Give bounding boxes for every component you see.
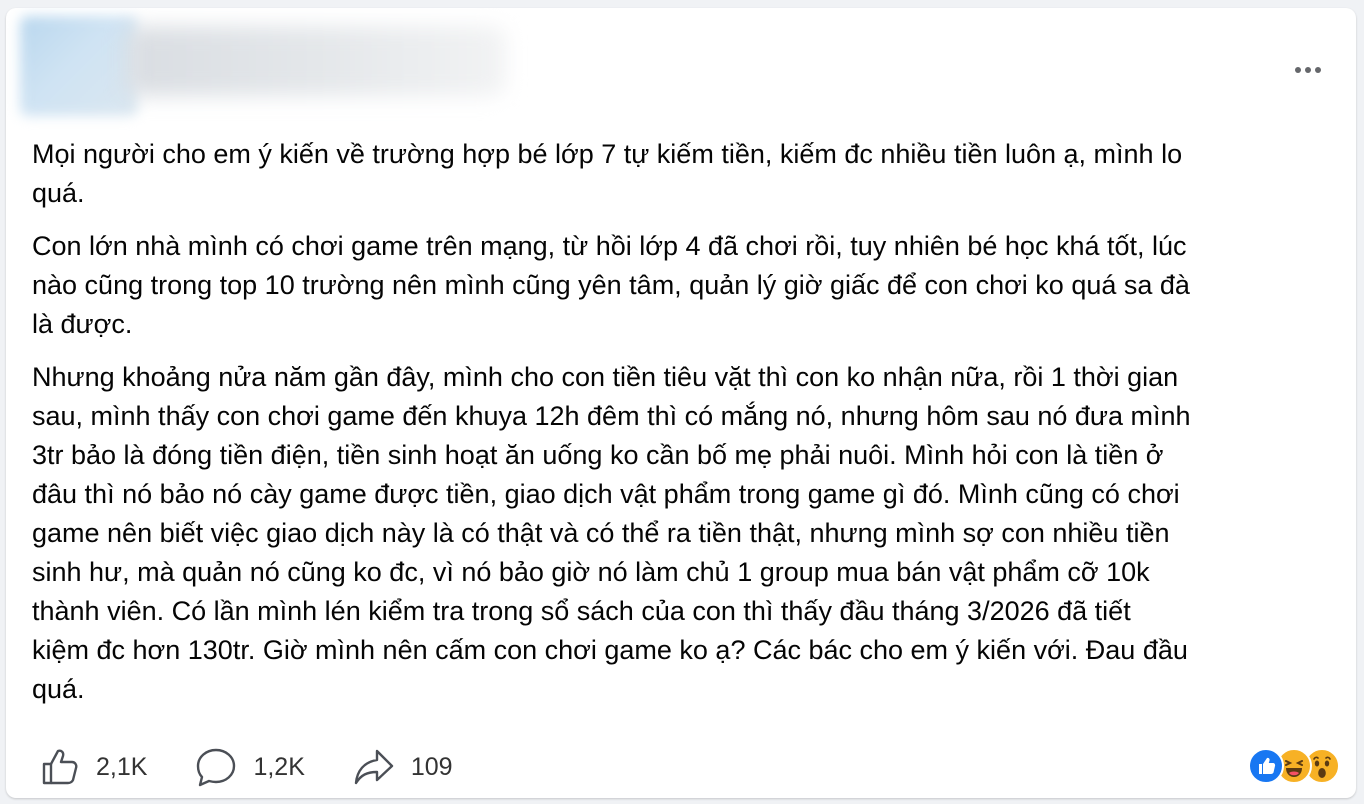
comment-bubble-icon <box>197 748 236 787</box>
post-paragraph: Mọi người cho em ý kiến về trường hợp bé… <box>32 139 1183 208</box>
more-options-button[interactable] <box>1288 58 1328 82</box>
blurred-avatar[interactable] <box>20 16 138 116</box>
like-button[interactable]: 2,1K <box>40 747 147 787</box>
comment-button[interactable]: 1,2K <box>195 747 305 787</box>
more-dots-icon <box>1295 67 1301 73</box>
post-card: Mọi người cho em ý kiến về trường hợp bé… <box>6 8 1356 798</box>
share-button[interactable]: 109 <box>353 747 453 787</box>
like-reaction-icon <box>1248 748 1284 784</box>
post-header <box>6 8 1356 118</box>
post-paragraph: Con lớn nhà mình có chơi game trên mạng,… <box>32 231 1190 339</box>
share-arrow-icon <box>354 749 394 785</box>
post-body: Mọi người cho em ý kiến về trường hợp bé… <box>32 135 1332 723</box>
thumbs-up-icon <box>42 749 78 785</box>
more-dot <box>1305 67 1311 73</box>
blurred-author-name[interactable] <box>126 26 506 96</box>
more-dot <box>1315 67 1321 73</box>
like-count: 2,1K <box>96 752 148 781</box>
comment-count: 1,2K <box>253 752 305 781</box>
reaction-summary[interactable] <box>1248 746 1340 786</box>
post-paragraph: Nhưng khoảng nửa năm gần đây, mình cho c… <box>32 362 1191 704</box>
post-action-bar: 2,1K 1,2K 109 <box>40 742 501 792</box>
share-count: 109 <box>410 752 453 781</box>
